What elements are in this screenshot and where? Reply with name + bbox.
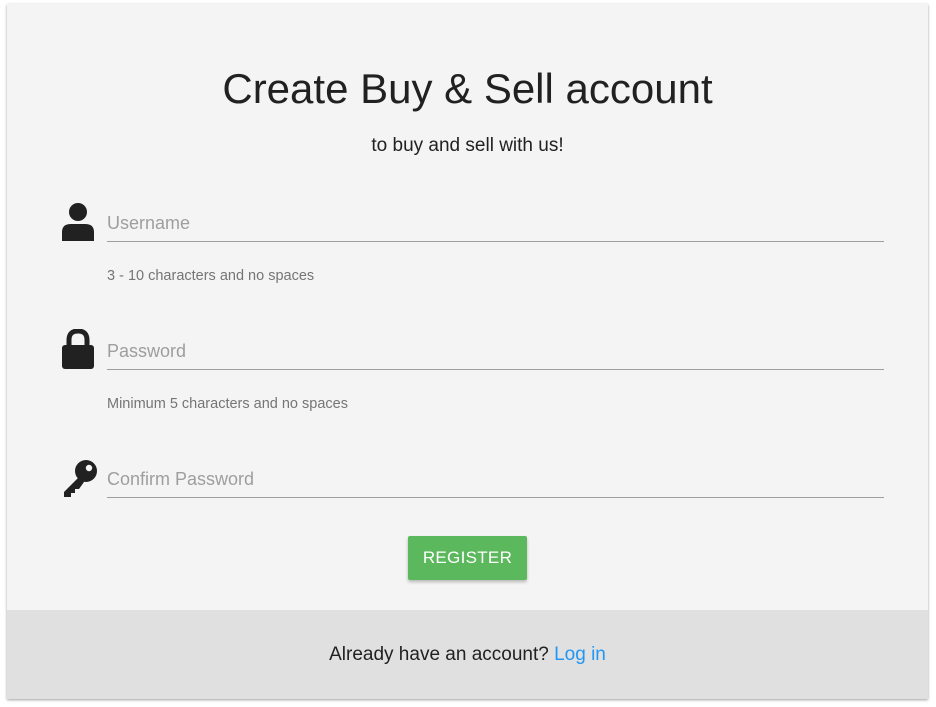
lock-icon: [60, 329, 96, 369]
username-input[interactable]: [107, 205, 884, 242]
register-card: Create Buy & Sell account to buy and sel…: [7, 4, 928, 699]
password-hint: Minimum 5 characters and no spaces: [107, 396, 348, 412]
page-title: Create Buy & Sell account: [222, 65, 713, 112]
register-button[interactable]: REGISTER: [408, 536, 527, 580]
password-input[interactable]: [107, 333, 884, 370]
login-link[interactable]: Log in: [554, 644, 606, 665]
page-subtitle: to buy and sell with us!: [371, 135, 564, 156]
username-hint: 3 - 10 characters and no spaces: [107, 268, 315, 284]
key-icon: [60, 457, 97, 497]
confirm-password-input[interactable]: [107, 461, 884, 498]
footer: Already have an account? Log in: [7, 610, 928, 699]
login-prompt: Already have an account?: [329, 644, 549, 665]
user-icon: [60, 201, 96, 241]
